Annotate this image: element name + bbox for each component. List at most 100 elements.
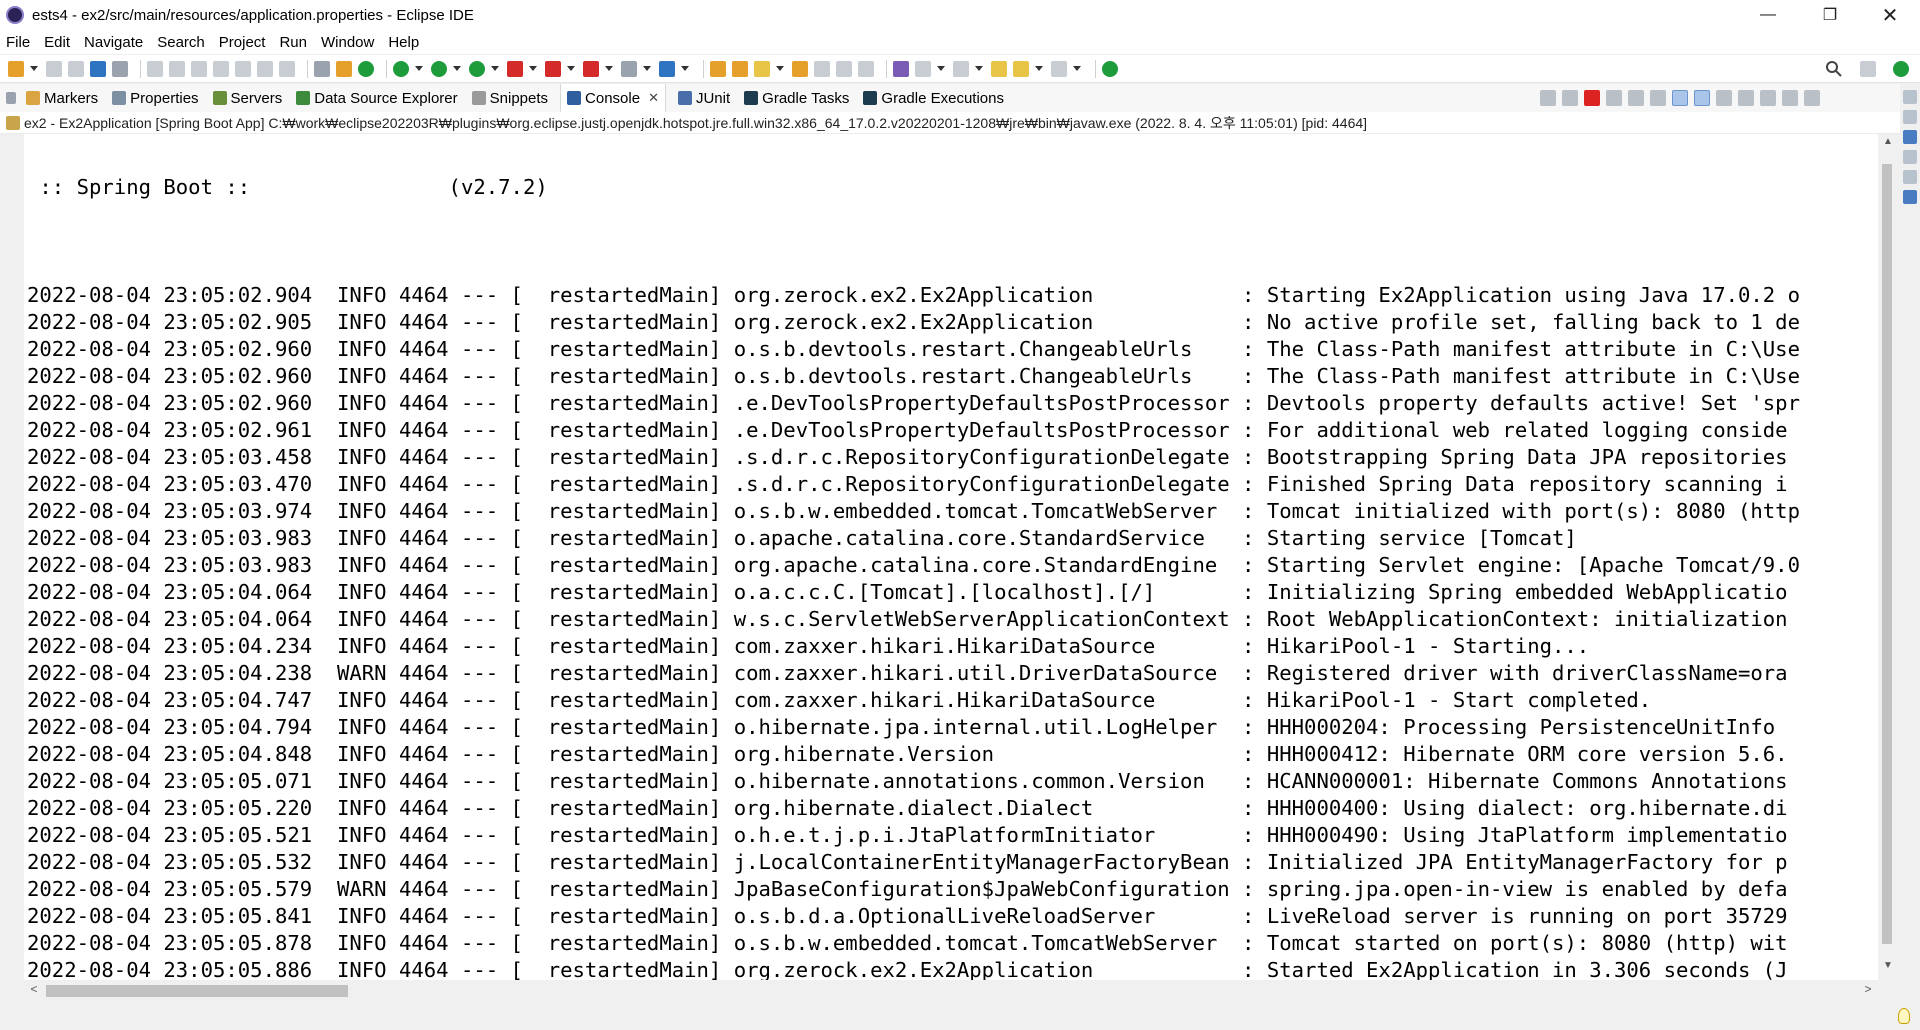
coverage-dropdown-icon[interactable] [491,65,499,72]
pin-editor-icon[interactable] [1102,60,1118,77]
forward-dropdown-icon[interactable] [1073,65,1081,72]
resume-icon[interactable] [147,60,163,77]
new-java-package-icon[interactable] [621,60,637,77]
minimize-view-icon[interactable] [1782,90,1798,106]
last-edit-location-icon[interactable] [991,60,1007,77]
search-dropdown-icon[interactable] [776,65,784,72]
menu-run[interactable]: Run [279,34,307,51]
outline-icon[interactable] [1903,130,1917,144]
previous-annotation-icon[interactable] [953,60,969,77]
search-tool-icon[interactable] [754,60,770,77]
stop-icon[interactable] [583,60,599,77]
word-wrap-icon[interactable] [1650,90,1666,106]
external-tools-dropdown-icon[interactable] [529,65,537,72]
maximize-view-icon[interactable] [1804,90,1820,106]
close-button[interactable]: ✕ [1862,0,1918,30]
skip-breakpoints-icon[interactable] [112,60,128,77]
class-dropdown-icon[interactable] [681,65,689,72]
save-icon[interactable] [46,60,62,77]
relaunch-icon[interactable] [545,60,561,77]
show-on-stdout-icon[interactable] [1672,90,1688,106]
menu-help[interactable]: Help [388,34,419,51]
run-dropdown-icon[interactable] [453,65,461,72]
view-menu-icon[interactable] [6,92,16,104]
forward-icon[interactable] [1051,60,1067,77]
horizontal-scrollbar[interactable]: < > [24,980,1878,1002]
menu-window[interactable]: Window [321,34,374,51]
debug-dropdown-icon[interactable] [415,65,423,72]
menu-edit[interactable]: Edit [44,34,70,51]
close-tab-icon[interactable]: ✕ [648,90,659,106]
disconnect-icon[interactable] [213,60,229,77]
step-return-icon[interactable] [279,60,295,77]
scroll-right-icon[interactable]: > [1860,982,1876,998]
search-icon[interactable] [1825,60,1843,78]
relaunch-dropdown-icon[interactable] [567,65,575,72]
tab-properties[interactable]: Properties [110,84,200,112]
vertical-scrollbar[interactable]: ▲ ▼ [1878,134,1898,980]
menu-file[interactable]: File [6,34,30,51]
open-perspective-icon[interactable] [1860,61,1876,77]
open-type-icon[interactable] [710,60,726,77]
open-task-icon[interactable] [732,60,748,77]
java-ee-perspective-icon[interactable] [1893,61,1909,77]
external-tools-icon[interactable] [507,60,523,77]
show-on-stderr-icon[interactable] [1694,90,1710,106]
remove-launch-icon[interactable] [1540,90,1556,106]
tab-markers[interactable]: Markers [24,84,100,112]
new-dropdown-icon[interactable] [30,65,38,72]
remove-all-terminated-icon[interactable] [1562,90,1578,106]
tab-servers[interactable]: Servers [211,84,285,112]
maximize-icon[interactable] [1903,110,1917,124]
toggle-block-icon[interactable] [314,60,330,77]
maximize-button[interactable]: ❐ [1802,0,1858,30]
tip-bulb-icon[interactable] [1898,1008,1910,1024]
minimize-button[interactable]: — [1740,0,1796,30]
tab-console[interactable]: Console ✕ [560,84,666,112]
spring-explorer-icon[interactable] [1903,170,1917,184]
tab-data-source-explorer[interactable]: Data Source Explorer [294,84,459,112]
toggle-mark-occurrences-icon[interactable] [814,60,830,77]
menu-project[interactable]: Project [219,34,266,51]
pin-console-icon[interactable] [1716,90,1732,106]
horizontal-scroll-thumb[interactable] [46,985,348,997]
tab-snippets[interactable]: Snippets [470,84,550,112]
display-console-icon[interactable] [1738,90,1754,106]
tab-gradle-tasks[interactable]: Gradle Tasks [742,84,851,112]
coverage-icon[interactable] [469,60,485,77]
scroll-down-icon[interactable]: ▼ [1878,960,1898,976]
toggle-word-wrap-icon[interactable] [836,60,852,77]
suspend-icon[interactable] [169,60,185,77]
next-annotation-dropdown-icon[interactable] [937,65,945,72]
step-into-icon[interactable] [235,60,251,77]
back-icon[interactable] [1013,60,1029,77]
scroll-left-icon[interactable]: < [26,982,42,998]
vertical-scroll-thumb[interactable] [1882,164,1892,944]
scroll-up-icon[interactable]: ▲ [1878,136,1898,152]
boot-dashboard-icon[interactable] [1903,190,1917,204]
terminal-icon[interactable] [90,60,106,77]
open-folder-icon[interactable] [792,60,808,77]
new-icon[interactable] [8,60,24,77]
next-annotation-icon[interactable] [915,60,931,77]
open-console-icon[interactable] [1760,90,1776,106]
console-output[interactable]: :: Spring Boot :: (v2.7.2) 2022-08-04 23… [24,134,1878,980]
previous-annotation-dropdown-icon[interactable] [975,65,983,72]
run-icon[interactable] [431,60,447,77]
menu-navigate[interactable]: Navigate [84,34,143,51]
highlight-icon[interactable] [336,60,352,77]
web-browser-icon[interactable] [893,60,909,77]
spring-boot-dashboard-icon[interactable] [358,60,374,77]
task-list-icon[interactable] [1903,150,1917,164]
menu-search[interactable]: Search [157,34,205,51]
back-dropdown-icon[interactable] [1035,65,1043,72]
save-all-icon[interactable] [68,60,84,77]
package-dropdown-icon[interactable] [643,65,651,72]
step-over-icon[interactable] [257,60,273,77]
terminate-icon[interactable] [191,60,207,77]
show-whitespace-icon[interactable] [858,60,874,77]
debug-icon[interactable] [393,60,409,77]
tab-gradle-executions[interactable]: Gradle Executions [861,84,1006,112]
stop-dropdown-icon[interactable] [605,65,613,72]
new-java-class-icon[interactable] [659,60,675,77]
